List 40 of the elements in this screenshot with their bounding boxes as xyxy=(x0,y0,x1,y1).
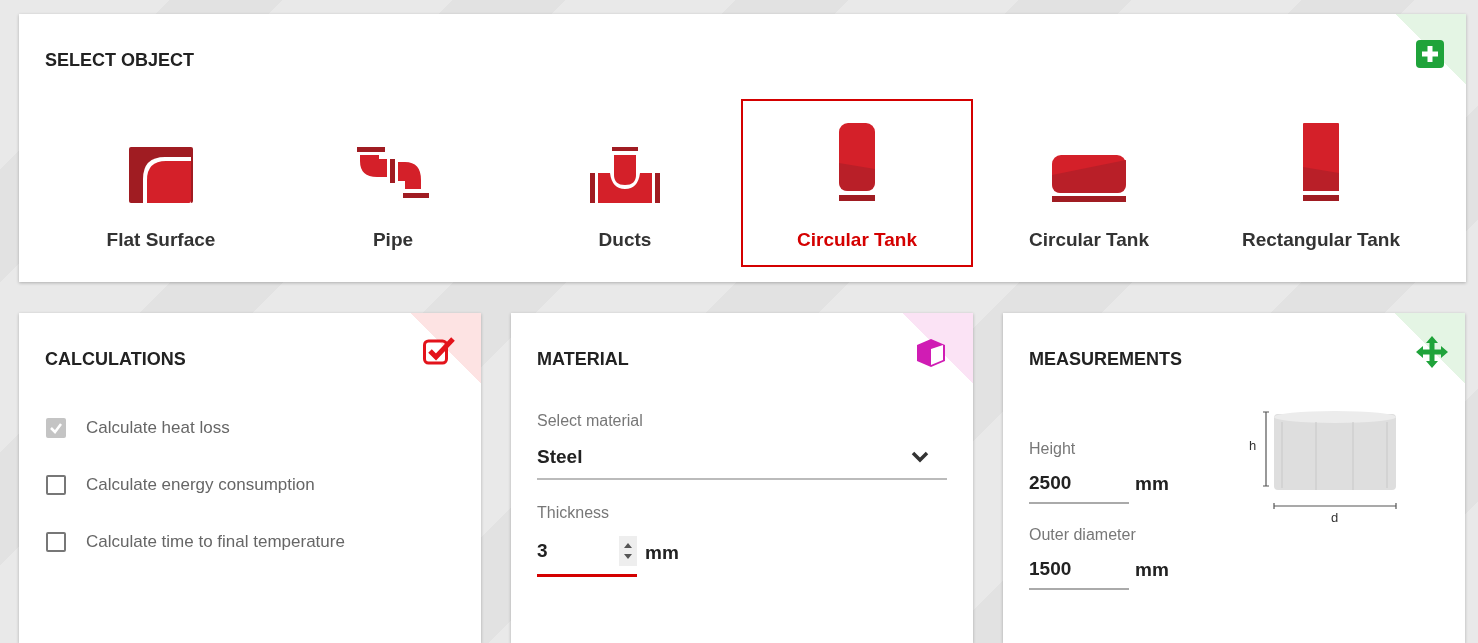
thickness-input[interactable]: 3 xyxy=(537,528,637,577)
material-dropdown[interactable]: Steel xyxy=(537,436,947,480)
vertical-tank-icon xyxy=(837,123,877,203)
spinner-icon[interactable] xyxy=(619,536,637,566)
object-option[interactable]: Circular Tank xyxy=(973,99,1205,267)
move-arrows-icon xyxy=(1415,335,1449,369)
checkbox[interactable] xyxy=(46,532,66,552)
unit-label: mm xyxy=(1135,559,1169,581)
cube-icon xyxy=(915,337,947,369)
height-label: h xyxy=(1249,438,1257,453)
checkbox-label: Calculate heat loss xyxy=(86,418,230,438)
field-label: Outer diameter xyxy=(1029,526,1137,544)
field-label: Height xyxy=(1029,440,1077,458)
add-icon[interactable] xyxy=(1416,40,1444,68)
object-option[interactable]: Rectangular Tank xyxy=(1205,99,1437,267)
flat-surface-icon xyxy=(129,147,193,203)
object-option[interactable]: Ducts xyxy=(509,99,741,267)
unit-label: mm xyxy=(645,541,679,564)
checkbox-label: Calculate time to final temperature xyxy=(86,532,345,552)
field-label: Thickness xyxy=(537,504,611,522)
checkbox[interactable] xyxy=(46,475,66,495)
object-option[interactable]: Flat Surface xyxy=(45,99,277,267)
object-option[interactable]: Circular Tank xyxy=(741,99,973,267)
checkbox-icon xyxy=(423,337,455,365)
check-icon xyxy=(49,421,63,435)
duct-tee-icon xyxy=(590,147,660,203)
card-title: MATERIAL xyxy=(537,348,629,370)
object-option[interactable]: Pipe xyxy=(277,99,509,267)
chevron-down-icon xyxy=(911,451,929,463)
card-title: MEASUREMENTS xyxy=(1029,348,1182,370)
checkbox-label: Calculate energy consumption xyxy=(86,475,315,495)
horizontal-tank-icon xyxy=(1051,155,1127,203)
card-title: CALCULATIONS xyxy=(45,348,186,370)
unit-label: mm xyxy=(1135,473,1169,495)
diameter-label: d xyxy=(1331,510,1339,522)
measurement-input[interactable]: 1500 xyxy=(1029,550,1129,590)
rectangular-tank-icon xyxy=(1302,123,1340,203)
field-label: Select material xyxy=(537,412,644,430)
card-title: SELECT OBJECT xyxy=(45,49,195,71)
measurement-input[interactable]: 2500 xyxy=(1029,464,1129,504)
